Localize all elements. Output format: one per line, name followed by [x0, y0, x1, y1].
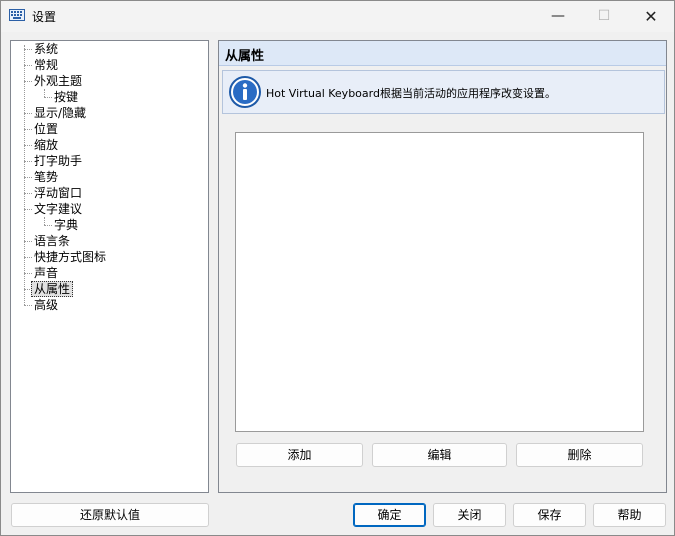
settings-tree[interactable]: 系统 常规 外观主题 按键 显示/隐藏 位置 缩放 打字助手 笔势 浮动窗口 文… — [10, 40, 209, 493]
tree-connector — [24, 161, 32, 162]
title-bar[interactable]: 设置 — ☐ ✕ — [1, 1, 674, 32]
application-list[interactable] — [235, 132, 644, 432]
tree-item-slave-properties[interactable]: 从属性 — [31, 281, 74, 297]
add-button[interactable]: 添加 — [236, 443, 363, 467]
tree-item-system[interactable]: 系统 — [32, 41, 60, 57]
tree-connector — [24, 257, 32, 258]
info-box: Hot Virtual Keyboard根据当前活动的应用程序改变设置。 — [222, 70, 665, 114]
delete-button[interactable]: 删除 — [516, 443, 643, 467]
save-button[interactable]: 保存 — [513, 503, 586, 527]
tree-connector — [24, 145, 32, 146]
tree-connector — [24, 305, 32, 306]
tree-connector — [24, 241, 32, 242]
help-button[interactable]: 帮助 — [593, 503, 666, 527]
maximize-button[interactable]: ☐ — [581, 1, 627, 32]
tree-connector — [24, 273, 32, 274]
tree-item-dictionary[interactable]: 字典 — [52, 217, 80, 233]
close-button[interactable]: 关闭 — [433, 503, 506, 527]
info-text: Hot Virtual Keyboard根据当前活动的应用程序改变设置。 — [266, 87, 556, 100]
panel-header: 从属性 — [219, 41, 666, 66]
minimize-button[interactable]: — — [535, 1, 581, 32]
tree-item-language-bar[interactable]: 语言条 — [32, 233, 72, 249]
tree-item-appearance-theme[interactable]: 外观主题 — [32, 73, 84, 89]
ok-button[interactable]: 确定 — [353, 503, 426, 527]
tree-item-show-hide[interactable]: 显示/隐藏 — [32, 105, 88, 121]
tree-connector — [24, 45, 25, 305]
panel-title: 从属性 — [225, 49, 265, 64]
restore-defaults-button[interactable]: 还原默认值 — [11, 503, 209, 527]
tree-connector — [24, 81, 32, 82]
tree-item-position[interactable]: 位置 — [32, 121, 60, 137]
tree-item-text-suggestions[interactable]: 文字建议 — [32, 201, 84, 217]
properties-panel: 从属性 Hot Virtual Keyboard根据当前活动的应用程序改变设置。… — [218, 40, 667, 493]
tree-item-sound[interactable]: 声音 — [32, 265, 60, 281]
tree-item-advanced[interactable]: 高级 — [32, 297, 60, 313]
tree-item-typing-assistant[interactable]: 打字助手 — [32, 153, 84, 169]
tree-item-zoom[interactable]: 缩放 — [32, 137, 60, 153]
tree-connector — [24, 49, 32, 50]
tree-item-shortcut-icons[interactable]: 快捷方式图标 — [32, 249, 108, 265]
close-window-button[interactable]: ✕ — [628, 1, 674, 32]
info-icon — [229, 76, 261, 108]
tree-connector — [24, 65, 32, 66]
settings-window: 设置 — ☐ ✕ 系统 常规 外观主题 按键 显示/隐藏 位置 缩放 打字助手 — [0, 0, 675, 536]
tree-connector — [24, 177, 32, 178]
tree-item-keys[interactable]: 按键 — [52, 89, 80, 105]
tree-item-gestures[interactable]: 笔势 — [32, 169, 60, 185]
tree-connector — [24, 129, 32, 130]
window-title: 设置 — [32, 10, 57, 24]
tree-connector — [24, 193, 32, 194]
edit-button[interactable]: 编辑 — [372, 443, 507, 467]
tree-item-general[interactable]: 常规 — [32, 57, 60, 73]
keyboard-icon — [9, 9, 25, 21]
tree-connector — [44, 225, 52, 226]
tree-connector — [44, 97, 52, 98]
tree-item-floating-window[interactable]: 浮动窗口 — [32, 185, 84, 201]
tree-connector — [24, 209, 32, 210]
tree-connector — [44, 89, 45, 97]
tree-connector — [44, 217, 45, 225]
tree-connector — [24, 113, 32, 114]
